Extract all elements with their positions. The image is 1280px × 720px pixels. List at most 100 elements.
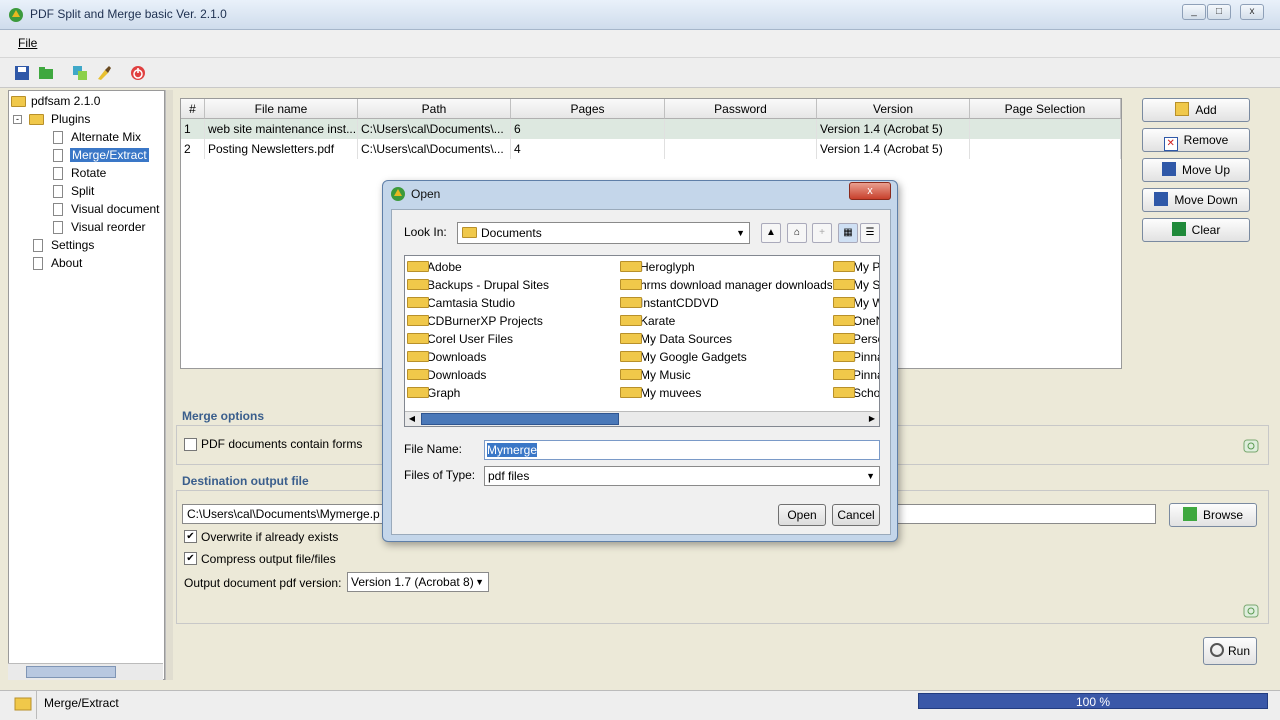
col-header-index[interactable]: # bbox=[181, 99, 205, 119]
remove-x-icon: ✕ bbox=[1163, 137, 1178, 151]
list-item[interactable]: Perso bbox=[833, 330, 879, 348]
remove-button[interactable]: ✕ Remove bbox=[1142, 128, 1250, 152]
col-header-version[interactable]: Version bbox=[817, 99, 970, 119]
forms-checkbox[interactable] bbox=[184, 438, 197, 451]
file-name-label: File Name: bbox=[404, 442, 463, 456]
browse-button[interactable]: Browse bbox=[1169, 503, 1257, 527]
plugin-tree: pdfsam 2.1.0 - Plugins Alternate Mix Mer… bbox=[8, 90, 165, 680]
tree-plugins[interactable]: Plugins bbox=[29, 111, 90, 128]
col-header-page-selection[interactable]: Page Selection bbox=[970, 99, 1121, 119]
list-item[interactable]: Heroglyph bbox=[620, 258, 832, 276]
list-item[interactable]: hrms download manager downloads bbox=[620, 276, 832, 294]
help-bubble-icon[interactable] bbox=[1243, 439, 1259, 455]
cell-page-selection[interactable] bbox=[970, 139, 1121, 159]
close-button[interactable]: x bbox=[1240, 4, 1264, 20]
move-up-button[interactable]: Move Up bbox=[1142, 158, 1250, 182]
list-item[interactable]: Corel User Files bbox=[407, 330, 607, 348]
cell-password[interactable] bbox=[665, 119, 817, 139]
minimize-button[interactable]: _ bbox=[1182, 4, 1206, 20]
col-header-file-name[interactable]: File name bbox=[205, 99, 358, 119]
list-item[interactable]: Karate bbox=[620, 312, 832, 330]
list-item[interactable]: My Music bbox=[620, 366, 832, 384]
file-list-scrollbar[interactable]: ◀ ▶ bbox=[405, 411, 879, 426]
scroll-right-icon[interactable]: ▶ bbox=[865, 412, 879, 426]
add-button[interactable]: Add bbox=[1142, 98, 1250, 122]
tree-item-visual-document[interactable]: Visual document bbox=[53, 201, 160, 218]
scroll-thumb[interactable] bbox=[26, 666, 116, 678]
list-item[interactable]: Pinna bbox=[833, 348, 879, 366]
list-item[interactable]: Camtasia Studio bbox=[407, 294, 607, 312]
tree-item-split[interactable]: Split bbox=[53, 183, 94, 200]
dialog-body: Look In: Documents ▼ ▲ ⌂ + ▦ ☰ Adobe Back… bbox=[391, 209, 891, 535]
col-header-pages[interactable]: Pages bbox=[511, 99, 665, 119]
file-type-select[interactable]: pdf files ▼ bbox=[484, 466, 880, 486]
title-bar: PDF Split and Merge basic Ver. 2.1.0 _ □… bbox=[0, 0, 1280, 30]
list-item[interactable]: My Google Gadgets bbox=[620, 348, 832, 366]
cell-page-selection[interactable] bbox=[970, 119, 1121, 139]
exit-power-icon[interactable] bbox=[130, 65, 146, 81]
list-item[interactable]: Adobe bbox=[407, 258, 607, 276]
environment-icon[interactable] bbox=[72, 65, 88, 81]
split-divider[interactable] bbox=[165, 90, 173, 680]
list-item[interactable]: Pinna bbox=[833, 366, 879, 384]
clear-button[interactable]: Clear bbox=[1142, 218, 1250, 242]
tree-item-visual-reorder[interactable]: Visual reorder bbox=[53, 219, 145, 236]
list-item[interactable]: Downloads bbox=[407, 366, 607, 384]
scroll-thumb[interactable] bbox=[421, 413, 619, 425]
list-item[interactable]: Downloads bbox=[407, 348, 607, 366]
pdfsam-logo-icon bbox=[391, 187, 405, 201]
list-item[interactable]: OneN bbox=[833, 312, 879, 330]
tree-settings[interactable]: Settings bbox=[33, 237, 94, 254]
gear-icon bbox=[1209, 643, 1224, 657]
details-view-icon[interactable]: ☰ bbox=[860, 223, 880, 243]
run-button[interactable]: Run bbox=[1203, 637, 1257, 665]
pdf-version-select[interactable]: Version 1.7 (Acrobat 8) ▼ bbox=[347, 572, 489, 592]
list-item[interactable]: My P bbox=[833, 258, 879, 276]
help-bubble-icon[interactable] bbox=[1243, 604, 1259, 620]
file-name-input[interactable]: Mymerge bbox=[484, 440, 880, 460]
clear-brush-icon[interactable] bbox=[96, 65, 112, 81]
look-in-select[interactable]: Documents ▼ bbox=[457, 222, 750, 244]
tree-root[interactable]: pdfsam 2.1.0 bbox=[11, 93, 100, 110]
new-folder-icon[interactable]: + bbox=[812, 223, 832, 243]
tree-item-merge-extract[interactable]: Merge/Extract bbox=[53, 147, 149, 164]
list-item[interactable]: My W bbox=[833, 294, 879, 312]
list-item[interactable]: CDBurnerXP Projects bbox=[407, 312, 607, 330]
open-folder-icon[interactable] bbox=[38, 65, 54, 81]
maximize-button[interactable]: □ bbox=[1207, 4, 1231, 20]
collapse-toggle[interactable]: - bbox=[13, 115, 22, 124]
up-folder-icon[interactable]: ▲ bbox=[761, 223, 781, 243]
pdf-version-value: Version 1.7 (Acrobat 8) bbox=[351, 575, 474, 589]
list-item[interactable]: Backups - Drupal Sites bbox=[407, 276, 607, 294]
clear-label: Clear bbox=[1191, 223, 1221, 237]
list-item[interactable]: Graph bbox=[407, 384, 607, 402]
cell-index: 1 bbox=[181, 119, 205, 139]
list-item[interactable]: My Sl bbox=[833, 276, 879, 294]
tree-about[interactable]: About bbox=[33, 255, 82, 272]
overwrite-checkbox[interactable]: ✔ bbox=[184, 530, 197, 543]
list-item[interactable]: My Data Sources bbox=[620, 330, 832, 348]
col-header-path[interactable]: Path bbox=[358, 99, 511, 119]
cancel-button[interactable]: Cancel bbox=[832, 504, 880, 526]
cell-password[interactable] bbox=[665, 139, 817, 159]
open-button[interactable]: Open bbox=[778, 504, 826, 526]
tree-item-rotate[interactable]: Rotate bbox=[53, 165, 106, 182]
home-icon[interactable]: ⌂ bbox=[787, 223, 807, 243]
tree-horizontal-scrollbar[interactable] bbox=[8, 663, 163, 680]
status-plugin: Merge/Extract bbox=[44, 696, 119, 710]
scroll-left-icon[interactable]: ◀ bbox=[405, 412, 419, 426]
list-item[interactable]: Scho bbox=[833, 384, 879, 402]
tree-item-alternate-mix[interactable]: Alternate Mix bbox=[53, 129, 141, 146]
col-header-password[interactable]: Password bbox=[665, 99, 817, 119]
list-item[interactable]: InstantCDDVD bbox=[620, 294, 832, 312]
file-type-label: Files of Type: bbox=[404, 468, 476, 482]
cell-pages: 6 bbox=[511, 119, 665, 139]
move-down-button[interactable]: Move Down bbox=[1142, 188, 1250, 212]
dialog-close-button[interactable]: x bbox=[849, 182, 891, 200]
menu-file[interactable]: File bbox=[18, 36, 37, 50]
list-item[interactable]: My muvees bbox=[620, 384, 832, 402]
list-view-icon[interactable]: ▦ bbox=[838, 223, 858, 243]
pdfsam-logo-icon bbox=[9, 8, 23, 22]
save-icon[interactable] bbox=[14, 65, 30, 81]
compress-checkbox[interactable]: ✔ bbox=[184, 552, 197, 565]
